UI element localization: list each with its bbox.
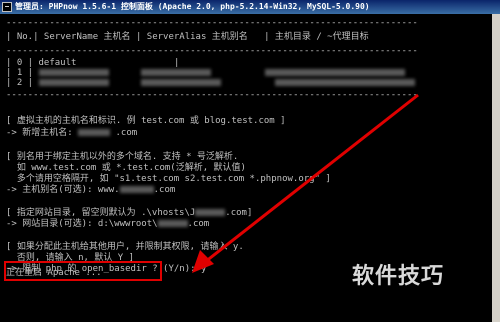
- arrow-shaft: [204, 93, 419, 264]
- watermark: 软件技巧: [352, 264, 445, 289]
- console-window: 管理员: PHPnow 1.5.6-1 控制面板 (Apache 2.0, ph…: [0, 0, 500, 322]
- arrow-head: [192, 250, 214, 273]
